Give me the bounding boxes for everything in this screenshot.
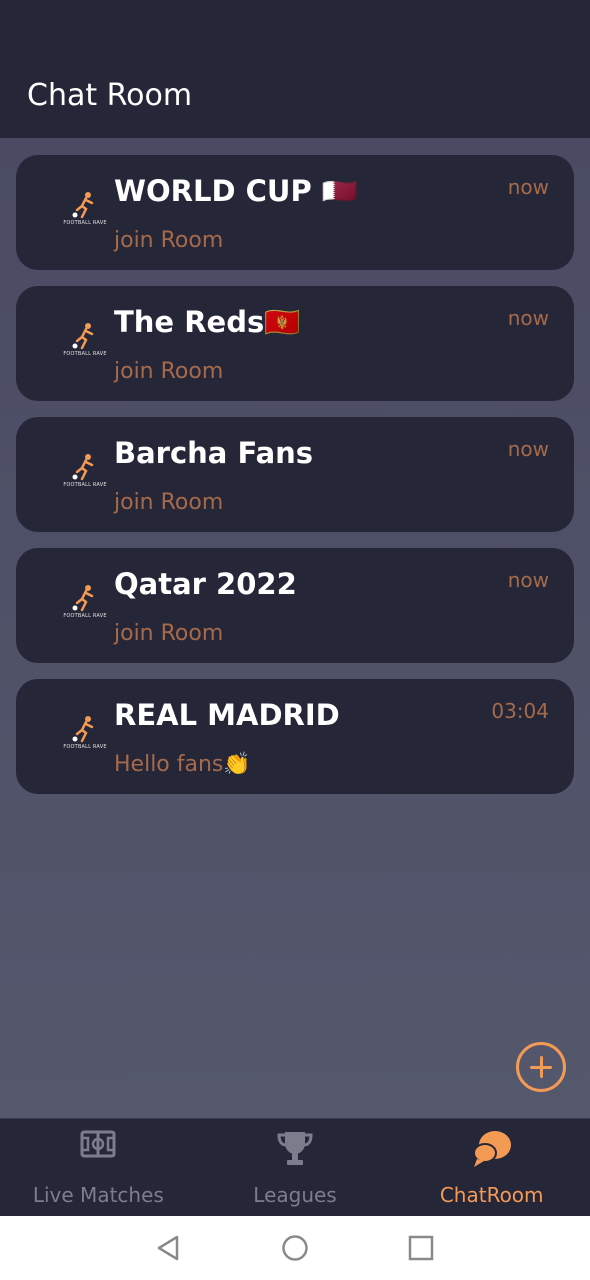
page-title: Chat Room: [27, 78, 193, 113]
nav-label: Leagues: [253, 1183, 337, 1207]
add-room-button[interactable]: [516, 1042, 566, 1092]
room-card[interactable]: FOOTBALL RAVE WORLD CUP 🇶🇦 join Room now: [16, 155, 574, 270]
football-rave-logo-icon: FOOTBALL RAVE: [62, 453, 108, 495]
room-last-message: join Room: [114, 228, 224, 253]
logo-text: FOOTBALL RAVE: [63, 220, 107, 226]
chat-room-content: FOOTBALL RAVE WORLD CUP 🇶🇦 join Room now…: [0, 138, 590, 1118]
football-rave-logo-icon: FOOTBALL RAVE: [62, 715, 108, 757]
room-last-message: join Room: [114, 359, 224, 384]
logo-text: FOOTBALL RAVE: [63, 744, 107, 750]
football-rave-logo-icon: FOOTBALL RAVE: [62, 584, 108, 626]
nav-label: ChatRoom: [439, 1183, 544, 1207]
room-card[interactable]: FOOTBALL RAVE REAL MADRID Hello fans👏 03…: [16, 679, 574, 794]
room-time: now: [507, 568, 549, 592]
room-list: FOOTBALL RAVE WORLD CUP 🇶🇦 join Room now…: [16, 155, 574, 810]
room-last-message: join Room: [114, 490, 224, 515]
recents-icon[interactable]: [407, 1234, 435, 1266]
logo-text: FOOTBALL RAVE: [63, 351, 107, 357]
nav-chatroom[interactable]: ChatRoom: [393, 1119, 590, 1216]
room-time: now: [507, 175, 549, 199]
room-card[interactable]: FOOTBALL RAVE Barcha Fans join Room now: [16, 417, 574, 532]
room-card[interactable]: FOOTBALL RAVE Qatar 2022 join Room now: [16, 548, 574, 663]
logo-text: FOOTBALL RAVE: [63, 613, 107, 619]
app-bar: Chat Room: [0, 0, 590, 138]
room-last-message: Hello fans👏: [114, 752, 251, 777]
back-icon[interactable]: [155, 1234, 183, 1266]
football-rave-logo-icon: FOOTBALL RAVE: [62, 322, 108, 364]
stadium-icon: [80, 1129, 116, 1163]
nav-label: Live Matches: [32, 1183, 164, 1207]
room-name: Qatar 2022: [114, 567, 297, 601]
room-name: WORLD CUP 🇶🇦: [114, 174, 358, 208]
room-time: 03:04: [491, 699, 549, 723]
system-navigation-bar: [0, 1216, 590, 1280]
room-card[interactable]: FOOTBALL RAVE The Reds🇲🇪 join Room now: [16, 286, 574, 401]
logo-text: FOOTBALL RAVE: [63, 482, 107, 488]
room-last-message: join Room: [114, 621, 224, 646]
room-time: now: [507, 306, 549, 330]
bottom-navigation: Live Matches Leagues ChatRoom: [0, 1118, 590, 1216]
nav-leagues[interactable]: Leagues: [197, 1119, 394, 1216]
home-icon[interactable]: [281, 1234, 309, 1266]
football-rave-logo-icon: FOOTBALL RAVE: [62, 191, 108, 233]
room-time: now: [507, 437, 549, 461]
nav-live-matches[interactable]: Live Matches: [0, 1119, 197, 1216]
trophy-icon: [275, 1129, 315, 1173]
chat-bubbles-icon: [471, 1129, 513, 1173]
room-name: REAL MADRID: [114, 698, 340, 732]
room-name: Barcha Fans: [114, 436, 314, 470]
room-name: The Reds🇲🇪: [114, 305, 301, 339]
